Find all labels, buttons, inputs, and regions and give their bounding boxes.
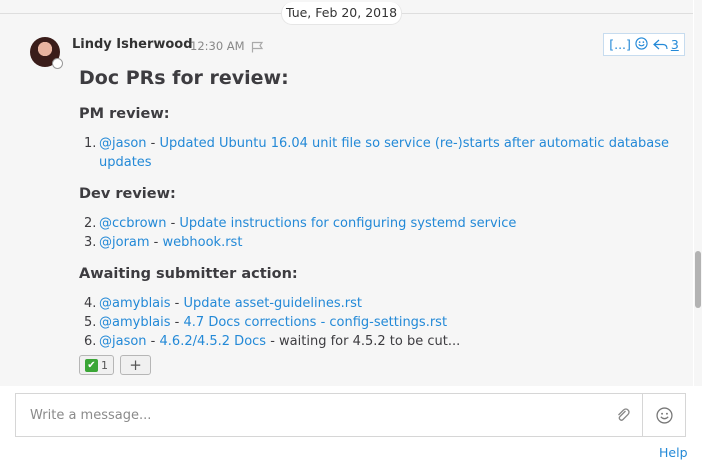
- post-time[interactable]: 12:30 AM: [190, 39, 245, 53]
- list-item-continuation: updates: [99, 153, 152, 172]
- message-input[interactable]: [16, 394, 604, 436]
- pr-link[interactable]: Updated Ubuntu 16.04 unit file so servic…: [160, 136, 669, 151]
- reply-arrow-icon: [652, 39, 668, 49]
- list-item: 2. @ccbrown - Update instructions for con…: [84, 216, 517, 231]
- message-composer: [15, 393, 686, 437]
- user-mention[interactable]: @amyblais: [99, 315, 171, 330]
- reply-button[interactable]: 3: [652, 37, 679, 52]
- list-item: 5. @amyblais - 4.7 Docs corrections - con…: [84, 315, 448, 330]
- scrollbar-thumb[interactable]: [695, 251, 701, 308]
- more-actions-button[interactable]: [...]: [609, 37, 631, 52]
- attachment-icon[interactable]: [604, 394, 642, 436]
- item-note: - waiting for 4.5.2 to be cut...: [266, 334, 461, 349]
- pr-link[interactable]: 4.6.2/4.5.2 Docs: [160, 334, 267, 349]
- post-author[interactable]: Lindy Isherwood: [72, 37, 193, 52]
- section-heading-pm-review: PM review:: [79, 106, 170, 122]
- section-heading-awaiting-submitter: Awaiting submitter action:: [79, 266, 298, 282]
- emoji-picker-icon[interactable]: [642, 394, 685, 436]
- user-mention[interactable]: @joram: [99, 235, 150, 250]
- emoji-reaction-icon[interactable]: [635, 36, 648, 53]
- help-link[interactable]: Help: [659, 445, 688, 460]
- reaction-count: 1: [101, 358, 108, 372]
- date-separator: Tue, Feb 20, 2018: [281, 2, 402, 25]
- reply-count: 3: [670, 37, 679, 52]
- message-title: Doc PRs for review:: [79, 67, 289, 89]
- reaction-check[interactable]: ✔ 1: [79, 355, 114, 375]
- pr-link[interactable]: 4.7 Docs corrections - config-settings.r…: [184, 315, 448, 330]
- pr-link[interactable]: updates: [99, 155, 152, 170]
- list-item: 6. @jason - 4.6.2/4.5.2 Docs - waiting fo…: [84, 334, 461, 349]
- list-item: 1. @jason - Updated Ubuntu 16.04 unit fil…: [84, 136, 669, 151]
- pr-link[interactable]: Update instructions for configuring syst…: [179, 216, 516, 231]
- status-offline-icon: [52, 58, 63, 69]
- user-mention[interactable]: @ccbrown: [99, 216, 166, 231]
- white-check-mark-icon: ✔: [85, 358, 98, 372]
- user-mention[interactable]: @jason: [99, 136, 147, 151]
- add-reaction-button[interactable]: +: [120, 355, 151, 375]
- list-item: 4. @amyblais - Update asset-guidelines.rs…: [84, 296, 362, 311]
- list-item: 3. @joram - webhook.rst: [84, 235, 243, 250]
- message-feed: Tue, Feb 20, 2018 Lindy Isherwood 12:30 …: [0, 0, 693, 386]
- scrollbar[interactable]: [694, 0, 702, 386]
- post-actions: [...] 3: [603, 33, 685, 56]
- pr-link[interactable]: Update asset-guidelines.rst: [184, 296, 362, 311]
- section-heading-dev-review: Dev review:: [79, 186, 176, 202]
- user-mention[interactable]: @jason: [99, 334, 147, 349]
- pr-link[interactable]: webhook.rst: [163, 235, 243, 250]
- flag-icon[interactable]: [251, 38, 264, 57]
- user-mention[interactable]: @amyblais: [99, 296, 171, 311]
- reactions-bar: ✔ 1 +: [79, 355, 151, 375]
